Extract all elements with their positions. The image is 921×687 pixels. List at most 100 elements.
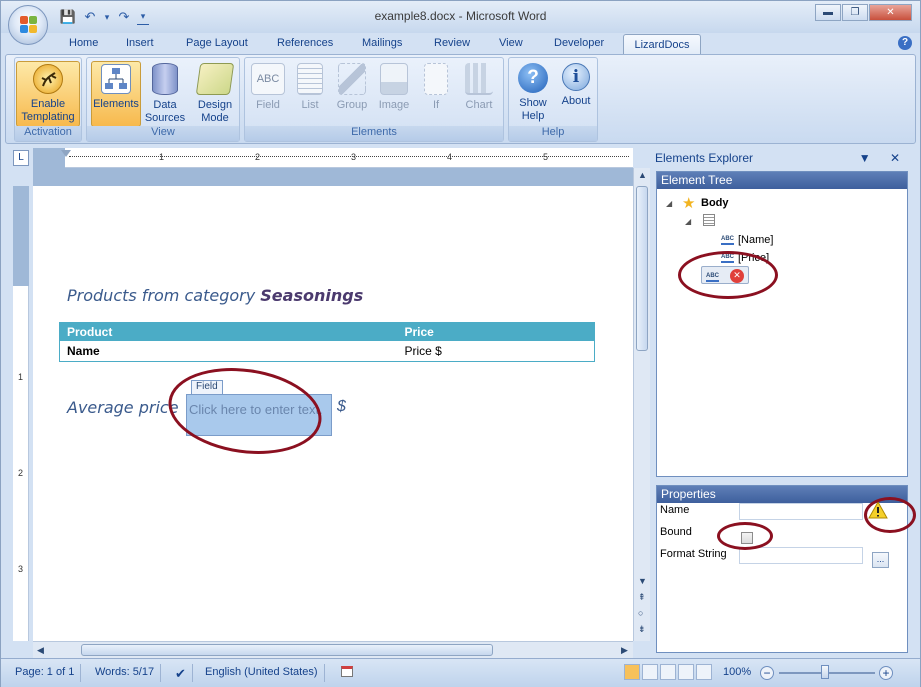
chart-icon	[465, 63, 493, 95]
zoom-slider-thumb[interactable]	[821, 665, 829, 679]
design-mode-icon	[195, 63, 235, 95]
tab-review[interactable]: Review	[434, 37, 470, 49]
data-sources-button[interactable]: Data Sources	[141, 61, 189, 127]
group-activation: Enable Templating Activation	[14, 57, 82, 142]
table-row: Name Price $	[60, 341, 595, 361]
ruler-tick-label: 2	[18, 468, 24, 478]
status-bar: Page: 1 of 1 Words: 5/17 ✔ English (Unit…	[1, 658, 920, 687]
horizontal-scrollbar[interactable]: ◀ ▶	[33, 641, 633, 658]
status-page[interactable]: Page: 1 of 1	[9, 664, 82, 682]
tab-selector-button[interactable]: L	[13, 150, 29, 166]
status-language[interactable]: English (United States)	[199, 664, 325, 682]
property-format-input[interactable]	[739, 547, 863, 564]
elements-button[interactable]: Elements	[91, 61, 141, 127]
tab-home[interactable]: Home	[69, 37, 98, 49]
zoom-level[interactable]: 100%	[717, 664, 757, 682]
scroll-up-icon[interactable]: ▲	[638, 170, 647, 180]
vertical-scroll-thumb[interactable]	[636, 186, 648, 351]
property-bound-checkbox[interactable]	[741, 532, 753, 544]
table-header-row: Product Price	[59, 322, 595, 341]
tab-insert[interactable]: Insert	[126, 37, 154, 49]
group-view: Elements Data Sources Design Mode View	[86, 57, 240, 142]
proofing-check-icon[interactable]: ✔	[169, 664, 193, 682]
previous-page-icon[interactable]: ⇞	[638, 592, 646, 603]
abc-node-icon: ABC	[721, 235, 734, 246]
field-content-control-tag[interactable]: Field	[191, 380, 223, 394]
outline-view-icon[interactable]	[678, 664, 694, 680]
tab-developer[interactable]: Developer	[554, 37, 604, 49]
tab-view[interactable]: View	[499, 37, 523, 49]
format-string-browse-button[interactable]: ...	[872, 552, 889, 568]
office-logo-icon	[20, 16, 38, 34]
zoom-out-icon[interactable]: −	[760, 666, 774, 680]
explorer-pane-controls[interactable]: ▼ ✕	[859, 151, 908, 165]
horizontal-scroll-thumb[interactable]	[81, 644, 493, 656]
tree-node-price[interactable]: ABC [Price]	[721, 252, 769, 264]
browse-object-icon[interactable]: ○	[638, 608, 643, 618]
ruler-margin-top	[13, 186, 29, 286]
ruler-tick-label: 3	[351, 152, 357, 162]
expand-list-icon[interactable]: ◢	[685, 217, 691, 226]
ruler-tick-label: 1	[18, 372, 24, 382]
show-help-button[interactable]: ? Show Help	[511, 61, 555, 127]
status-words[interactable]: Words: 5/17	[89, 664, 162, 682]
tab-references[interactable]: References	[277, 37, 333, 49]
document-page[interactable]: Products from category Seasonings Produc…	[33, 186, 633, 641]
web-layout-icon[interactable]	[660, 664, 676, 680]
close-button[interactable]: ✕	[869, 4, 912, 21]
vertical-scrollbar[interactable]: ▲ ▼ ⇞ ○ ⇟	[633, 168, 650, 641]
ruler-tick-label: 3	[18, 564, 24, 574]
restore-button[interactable]: ❐	[842, 4, 868, 21]
scroll-left-icon[interactable]: ◀	[37, 645, 44, 656]
tree-node-body[interactable]: Body	[701, 197, 729, 209]
scroll-right-icon[interactable]: ▶	[621, 645, 628, 656]
data-sources-label: Data Sources	[144, 99, 186, 124]
macro-record-icon[interactable]	[335, 664, 359, 682]
help-icon[interactable]: ?	[898, 36, 912, 50]
image-button[interactable]: Image	[373, 61, 415, 127]
tree-node-name[interactable]: ABC [Name]	[721, 234, 773, 246]
tab-mailings[interactable]: Mailings	[362, 37, 402, 49]
enable-templating-button[interactable]: Enable Templating	[16, 61, 80, 127]
warning-icon	[868, 501, 888, 519]
group-elements: ABC Field List Group Image If Chart Elem…	[244, 57, 504, 142]
tab-lizarddocs[interactable]: LizardDocs	[623, 34, 701, 56]
minimize-button[interactable]: ▬	[815, 4, 841, 21]
currency-symbol: $	[337, 398, 346, 415]
group-icon	[338, 63, 366, 95]
table-cell-price[interactable]: Price $	[398, 341, 595, 361]
chart-button[interactable]: Chart	[457, 61, 501, 127]
field-content-control[interactable]: Click here to enter text.	[186, 394, 332, 436]
orphan-field-node[interactable]: ABC ✕	[701, 266, 749, 284]
expand-body-icon[interactable]: ◢	[666, 199, 672, 208]
group-button[interactable]: Group	[331, 61, 373, 127]
property-name-input[interactable]	[739, 503, 863, 520]
if-button[interactable]: If	[415, 61, 457, 127]
help-circle-icon: ?	[518, 63, 548, 93]
next-page-icon[interactable]: ⇟	[638, 624, 646, 635]
image-label: Image	[378, 99, 410, 111]
zoom-in-icon[interactable]: +	[879, 666, 893, 680]
about-button[interactable]: i About	[555, 61, 597, 127]
if-label: If	[432, 99, 440, 111]
full-screen-reading-icon[interactable]	[642, 664, 658, 680]
scroll-down-icon[interactable]: ▼	[638, 576, 647, 586]
field-button[interactable]: ABC Field	[247, 61, 289, 127]
group-label-elements: Elements	[245, 126, 503, 141]
vertical-ruler[interactable]: 1 2 3	[13, 186, 29, 641]
enable-templating-label: Enable Templating	[21, 98, 75, 123]
ruler-tick-label: 4	[447, 152, 453, 162]
horizontal-ruler[interactable]: 1 2 3 4 5	[33, 148, 633, 168]
list-icon	[297, 63, 323, 95]
table-cell-name[interactable]: Name	[60, 341, 398, 361]
products-table[interactable]: Product Price Name Price $	[59, 322, 595, 362]
design-mode-button[interactable]: Design Mode	[191, 61, 239, 127]
lizard-icon	[33, 64, 63, 94]
list-button[interactable]: List	[289, 61, 331, 127]
tab-page-layout[interactable]: Page Layout	[186, 37, 248, 49]
list-node-icon	[703, 214, 715, 226]
draft-view-icon[interactable]	[696, 664, 712, 680]
office-button[interactable]	[8, 5, 48, 45]
image-icon	[380, 63, 408, 95]
print-layout-view-icon[interactable]	[624, 664, 640, 680]
